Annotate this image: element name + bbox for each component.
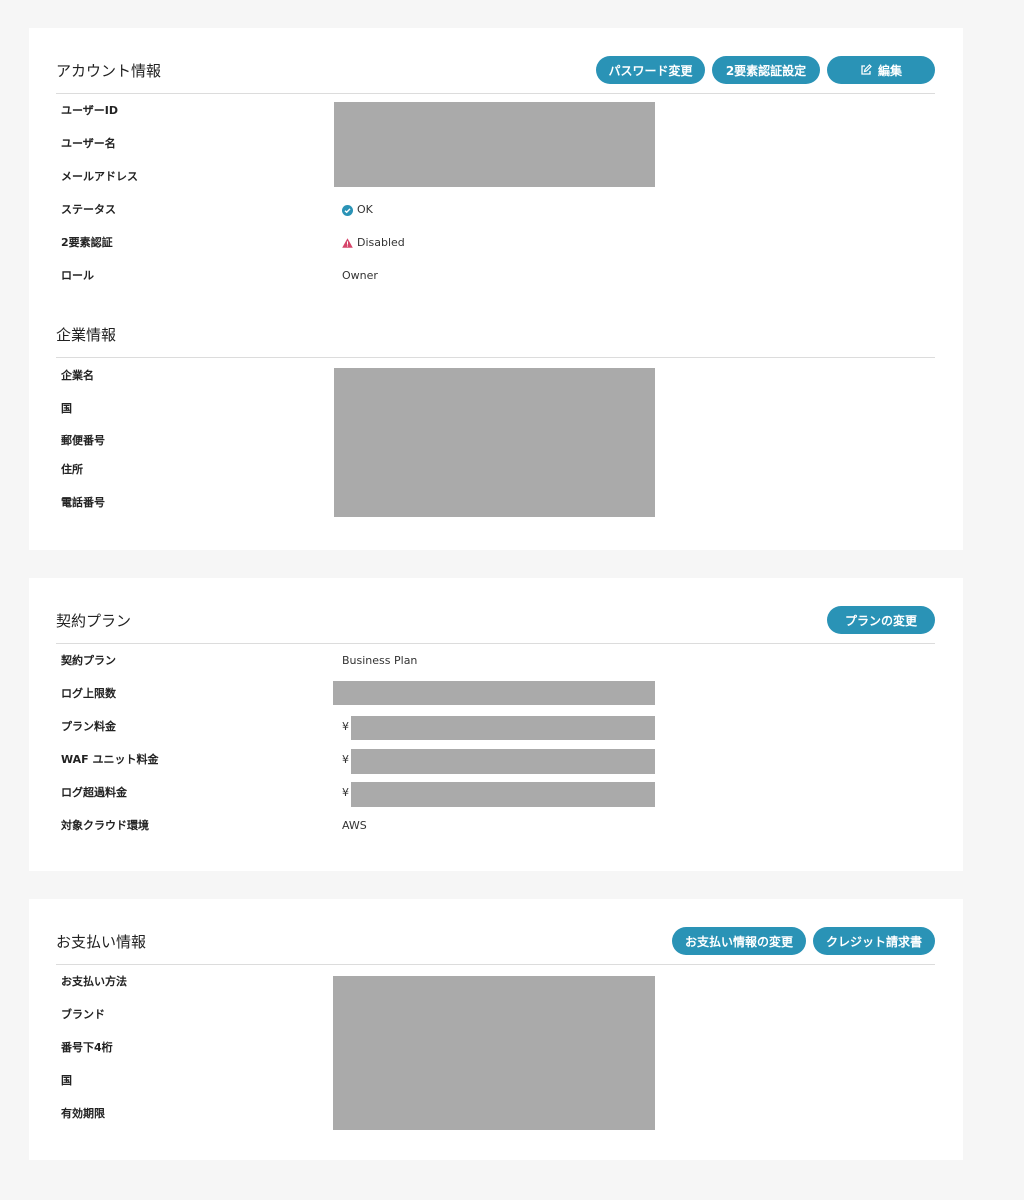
address-label: 住所 [61,463,83,476]
two-factor-settings-button[interactable]: 2要素認証設定 [712,56,820,84]
last4-label: 番号下4桁 [61,1041,113,1054]
company-country-label: 国 [61,402,72,415]
postal-code-label: 郵便番号 [61,434,105,447]
plan-name-row: 契約プラン Business Plan [61,651,911,671]
plan-section-header: 契約プラン プランの変更 [56,606,935,644]
payment-card: お支払い情報 お支払い情報の変更 クレジット請求書 お支払い方法 ブランド 番号… [29,899,963,1160]
plan-fee-currency: ¥ [342,720,349,733]
company-section-header: 企業情報 [56,320,935,358]
account-actions: パスワード変更 2要素認証設定 編集 [596,56,935,84]
email-label: メールアドレス [61,170,138,183]
edit-icon [861,64,872,75]
account-section-header: アカウント情報 パスワード変更 2要素認証設定 編集 [56,56,935,94]
redacted-waf-fee [351,749,655,774]
redacted-plan-fee [351,716,655,740]
change-password-button[interactable]: パスワード変更 [596,56,705,84]
cloud-label: 対象クラウド環境 [61,819,149,832]
role-value: Owner [342,269,378,282]
edit-button-label: 編集 [877,63,902,78]
payment-method-label: お支払い方法 [61,975,127,988]
waf-fee-currency: ¥ [342,753,349,766]
phone-label: 電話番号 [61,496,105,509]
cloud-value: AWS [342,819,367,832]
payment-actions: お支払い情報の変更 クレジット請求書 [672,927,935,955]
status-value: OK [342,200,373,220]
status-text: OK [357,203,373,216]
company-section-title: 企業情報 [56,326,117,344]
plan-name-value: Business Plan [342,654,418,667]
role-label: ロール [61,269,94,282]
status-label: ステータス [61,203,116,216]
log-overage-currency: ¥ [342,786,349,799]
plan-fee-label: プラン料金 [61,720,116,733]
plan-actions: プランの変更 [827,606,935,634]
check-circle-icon [342,204,353,216]
payment-country-label: 国 [61,1074,72,1087]
plan-card: 契約プラン プランの変更 契約プラン Business Plan ログ上限数 プ… [29,578,963,871]
account-section-title: アカウント情報 [56,62,162,80]
plan-name-label: 契約プラン [61,654,116,667]
log-overage-label: ログ超過料金 [61,786,127,799]
change-payment-button[interactable]: お支払い情報の変更 [672,927,806,955]
user-id-label: ユーザーID [61,104,119,117]
change-plan-button[interactable]: プランの変更 [827,606,935,634]
account-card: アカウント情報 パスワード変更 2要素認証設定 編集 ユーザーID ユーザー名 … [29,28,963,550]
redacted-payment-values [333,976,655,1130]
payment-section-header: お支払い情報 お支払い情報の変更 クレジット請求書 [56,927,935,965]
credit-invoice-button[interactable]: クレジット請求書 [813,927,935,955]
redacted-account-values [334,102,655,187]
two-factor-label: 2要素認証 [61,236,113,249]
plan-section-title: 契約プラン [56,612,132,630]
cloud-row: 対象クラウド環境 AWS [61,816,911,836]
waf-fee-label: WAF ユニット料金 [61,753,159,766]
edit-button[interactable]: 編集 [827,56,935,84]
brand-label: ブランド [61,1008,105,1021]
username-label: ユーザー名 [61,137,116,150]
log-limit-label: ログ上限数 [61,687,116,700]
redacted-company-values [334,368,655,517]
redacted-log-overage [351,782,655,807]
role-row: ロール Owner [61,266,911,286]
expiry-label: 有効期限 [61,1107,105,1120]
company-name-label: 企業名 [61,369,94,382]
warning-triangle-icon [342,238,353,248]
status-row: ステータス OK [61,200,911,220]
two-factor-text: Disabled [357,236,405,249]
two-factor-row: 2要素認証 Disabled [61,233,911,253]
two-factor-value: Disabled [342,233,405,253]
redacted-log-limit [333,681,655,705]
payment-section-title: お支払い情報 [56,933,147,951]
